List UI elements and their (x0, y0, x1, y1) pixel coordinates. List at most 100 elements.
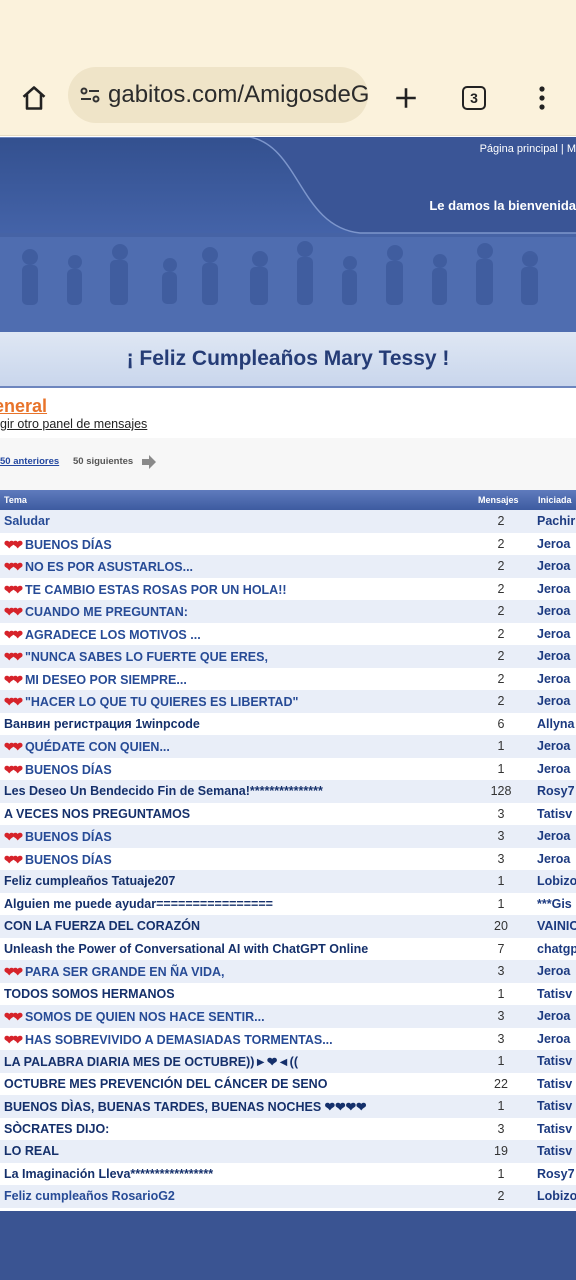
topic-link[interactable]: ❤❤ MI DESEO POR SIEMPRE... (4, 672, 187, 687)
next-page-label[interactable]: 50 siguientes (73, 456, 133, 467)
topic-link[interactable]: La Imaginación Lleva***************** (4, 1167, 213, 1181)
browser-menu-button[interactable] (520, 76, 564, 120)
table-row: ❤❤ BUENOS DÍAS 3 Jeroa (0, 847, 576, 870)
topic-link[interactable]: ❤❤ BUENOS DÍAS (4, 537, 112, 552)
message-count: 7 (497, 941, 505, 956)
hearts-icon: ❤❤ (4, 605, 23, 619)
topic-link[interactable]: CON LA FUERZA DEL CORAZÓN (4, 919, 200, 933)
previous-page-link[interactable]: 50 anteriores (0, 456, 59, 467)
table-row: SÒCRATES DIJO: 3 Tatisv (0, 1117, 576, 1140)
topic-link[interactable]: ❤❤ TE CAMBIO ESTAS ROSAS POR UN HOLA!! (4, 582, 287, 597)
topic-title: OCTUBRE MES PREVENCIÓN DEL CÁNCER DE SEN… (4, 1076, 328, 1091)
topic-link[interactable]: ❤❤ "NUNCA SABES LO FUERTE QUE ERES, (4, 649, 268, 664)
topic-link[interactable]: Unleash the Power of Conversational AI w… (4, 942, 368, 956)
topic-link[interactable]: Saludar (4, 514, 50, 528)
topic-link[interactable]: A VECES NOS PREGUNTAMOS (4, 807, 190, 821)
author-link[interactable]: Jeroa (537, 559, 570, 573)
next-arrow-icon[interactable] (141, 455, 157, 469)
author-link[interactable]: Tatisv (537, 1144, 572, 1158)
table-row: Ванвин регистрация 1winpcode 6 Allyna (0, 712, 576, 735)
topic-link[interactable]: ❤❤ BUENOS DÍAS (4, 852, 112, 867)
table-row: Alguien me puede ayudar================ 1… (0, 892, 576, 915)
author-link[interactable]: Jeroa (537, 649, 570, 663)
author-link[interactable]: Tatisv (537, 1054, 572, 1068)
message-count: 3 (497, 851, 505, 866)
author-link[interactable]: Pachir (537, 514, 575, 528)
author-link[interactable]: Jeroa (537, 537, 570, 551)
topic-link[interactable]: ❤❤ PARA SER GRANDE EN ÑA VIDA, (4, 964, 225, 979)
topic-link[interactable]: SÒCRATES DIJO: (4, 1122, 109, 1136)
author-link[interactable]: Allyna (537, 717, 575, 731)
topic-link[interactable]: ❤❤ QUÉDATE CON QUIEN... (4, 739, 170, 754)
author-link[interactable]: Tatisv (537, 1099, 572, 1113)
author-link[interactable]: Jeroa (537, 694, 570, 708)
author-link[interactable]: Tatisv (537, 1077, 572, 1091)
crowd-silhouette-image (0, 237, 576, 332)
address-bar[interactable]: gabitos.com/AmigosdeG (68, 67, 368, 123)
author-link[interactable]: VAINIC (537, 919, 576, 933)
tab-switcher-button[interactable]: 3 (452, 76, 496, 120)
forum-title-link[interactable]: eneral (0, 396, 47, 417)
author-link[interactable]: Rosy7 (537, 1167, 575, 1181)
author-link[interactable]: Jeroa (537, 582, 570, 596)
message-count: 1 (497, 1099, 505, 1113)
topic-link[interactable]: BUENOS DÌAS, BUENAS TARDES, BUENAS NOCHE… (4, 1099, 367, 1114)
table-row: La Imaginación Lleva***************** 1 Ro… (0, 1162, 576, 1185)
topic-link[interactable]: ❤❤ "HACER LO QUE TU QUIERES ES LIBERTAD" (4, 694, 298, 709)
topic-link[interactable]: LO REAL (4, 1144, 59, 1158)
author-link[interactable]: ***Gis (537, 897, 572, 911)
hearts-icon: ❤❤ (4, 537, 23, 552)
message-count: 3 (497, 1121, 505, 1136)
topic-link[interactable]: Ванвин регистрация 1winpcode (4, 717, 200, 731)
topic-link[interactable]: ❤❤ HAS SOBREVIVIDO A DEMASIADAS TORMENTAS… (4, 1032, 333, 1047)
hearts-icon: ❤❤ (4, 672, 23, 687)
topic-link[interactable]: Les Deseo Un Bendecido Fin de Semana!***… (4, 784, 323, 798)
message-count: 20 (494, 919, 508, 933)
topic-link[interactable]: OCTUBRE MES PREVENCIÓN DEL CÁNCER DE SEN… (4, 1077, 327, 1091)
author-link[interactable]: Tatisv (537, 807, 572, 821)
new-tab-button[interactable] (384, 76, 428, 120)
topic-link[interactable]: ❤❤ NO ES POR ASUSTARLOS... (4, 559, 193, 574)
author-link[interactable]: Jeroa (537, 739, 570, 753)
site-settings-icon[interactable] (78, 80, 102, 110)
author-link[interactable]: Jeroa (537, 964, 570, 978)
message-count: 1 (497, 874, 505, 888)
table-row: ❤❤ QUÉDATE CON QUIEN... 1 Jeroa (0, 735, 576, 758)
author-link[interactable]: chatgp (537, 942, 576, 956)
hearts-icon: ❤❤ (4, 740, 23, 754)
topic-link[interactable]: ❤❤ BUENOS DÍAS (4, 829, 112, 844)
author-link[interactable]: Jeroa (537, 1009, 570, 1023)
author-link[interactable]: Lobizo (537, 874, 576, 888)
author-link[interactable]: Tatisv (537, 1122, 572, 1136)
topic-link[interactable]: ❤❤ BUENOS DÍAS (4, 762, 112, 777)
author-link[interactable]: Rosy7 (537, 784, 575, 798)
topic-link[interactable]: ❤❤ AGRADECE LOS MOTIVOS ... (4, 627, 201, 642)
author-link[interactable]: Lobizo (537, 1189, 576, 1203)
table-row: Les Deseo Un Bendecido Fin de Semana!***… (0, 780, 576, 803)
author-link[interactable]: Jeroa (537, 762, 570, 776)
author-link[interactable]: Jeroa (537, 829, 570, 843)
other-panel-link[interactable]: gir otro panel de mensajes (0, 417, 147, 431)
author-link[interactable]: Jeroa (537, 604, 570, 618)
message-count: 1 (497, 986, 505, 1001)
topic-link[interactable]: TODOS SOMOS HERMANOS (4, 987, 175, 1001)
topic-link[interactable]: Alguien me puede ayudar================ (4, 897, 273, 911)
topic-link[interactable]: ❤❤ CUANDO ME PREGUNTAN: (4, 604, 188, 619)
author-link[interactable]: Jeroa (537, 1032, 570, 1046)
table-row: ❤❤ BUENOS DÍAS 2 Jeroa (0, 532, 576, 555)
home-button[interactable] (12, 76, 56, 120)
author-link[interactable]: Jeroa (537, 852, 570, 866)
message-count: 2 (497, 604, 505, 618)
table-row: ❤❤ CUANDO ME PREGUNTAN: 2 Jeroa (0, 600, 576, 623)
topic-link[interactable]: LA PALABRA DIARIA MES DE OCTUBRE))►❤◄(( (4, 1054, 298, 1069)
author-link[interactable]: Jeroa (537, 672, 570, 686)
topic-link[interactable]: Feliz cumpleaños RosarioG2 (4, 1189, 175, 1203)
topic-link[interactable]: ❤❤ SOMOS DE QUIEN NOS HACE SENTIR... (4, 1009, 265, 1024)
top-nav-links[interactable]: Página principal | M (480, 143, 576, 155)
table-row: ❤❤ "NUNCA SABES LO FUERTE QUE ERES, 2 Jeroa (0, 645, 576, 668)
author-link[interactable]: Tatisv (537, 987, 572, 1001)
author-link[interactable]: Jeroa (537, 627, 570, 641)
topic-link[interactable]: Feliz cumpleaños Tatuaje207 (4, 874, 175, 888)
topic-title: MI DESEO POR SIEMPRE... (24, 672, 187, 687)
topic-title: "NUNCA SABES LO FUERTE QUE ERES, (24, 650, 268, 664)
